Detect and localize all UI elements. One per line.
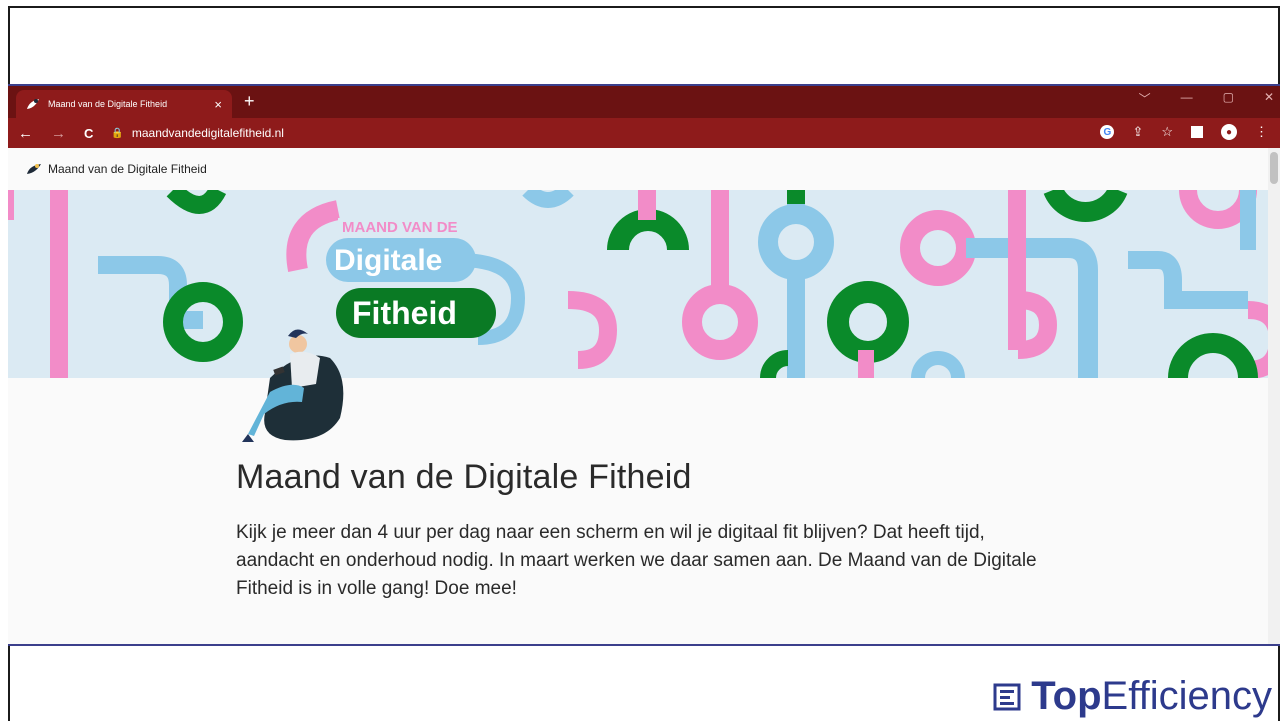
banner-pattern: MAAND VAN DE Digitale Fitheid <box>8 190 1268 378</box>
brand-efficiency-text: Efficiency <box>1101 674 1272 718</box>
toolbar-actions: G ⇪ ☆ ● ⋮ <box>1100 124 1268 140</box>
menu-icon[interactable]: ⋮ <box>1255 124 1268 140</box>
forward-icon[interactable]: → <box>51 125 66 142</box>
site-favicon-icon <box>27 99 39 109</box>
reload-icon[interactable]: C <box>84 126 93 141</box>
site-header: Maand van de Digitale Fitheid <box>8 148 1280 190</box>
window-controls: ﹀ — ▢ ✕ <box>1139 90 1274 107</box>
site-header-title[interactable]: Maand van de Digitale Fitheid <box>48 162 207 176</box>
profile-avatar-icon[interactable]: ● <box>1221 124 1237 140</box>
person-on-beanbag-illustration <box>242 329 344 442</box>
new-tab-button[interactable]: + <box>244 91 255 112</box>
page-title: Maand van de Digitale Fitheid <box>236 458 692 496</box>
bookmark-star-icon[interactable]: ☆ <box>1161 124 1173 140</box>
page-scrollbar[interactable] <box>1268 148 1280 644</box>
google-icon[interactable]: G <box>1100 125 1115 139</box>
site-logo-icon[interactable] <box>26 163 42 175</box>
web-page: Maand van de Digitale Fitheid MAAND VAN … <box>8 148 1280 644</box>
browser-toolbar: ← → C 🔒 maandvandedigitalefitheid.nl G ⇪… <box>8 118 1280 148</box>
close-window-button[interactable]: ✕ <box>1264 90 1274 107</box>
banner-logo-line2: Digitale <box>334 244 442 277</box>
back-icon[interactable]: ← <box>18 125 33 142</box>
banner-logo-line1: MAAND VAN DE <box>342 219 458 236</box>
tab-bar: Maand van de Digitale Fitheid × + ﹀ — ▢ … <box>8 86 1280 118</box>
hero-banner: MAAND VAN DE Digitale Fitheid <box>8 190 1268 378</box>
lock-icon[interactable]: 🔒 <box>111 128 123 139</box>
side-panel-icon[interactable] <box>1191 126 1203 138</box>
address-bar[interactable]: maandvandedigitalefitheid.nl <box>132 126 284 140</box>
scrollbar-thumb[interactable] <box>1270 152 1278 184</box>
topefficiency-mark-icon <box>993 683 1021 710</box>
browser-window: Maand van de Digitale Fitheid × + ﹀ — ▢ … <box>8 84 1280 646</box>
intro-paragraph: Kijk je meer dan 4 uur per dag naar een … <box>236 522 1037 599</box>
tab-active[interactable]: Maand van de Digitale Fitheid × <box>16 90 232 118</box>
tab-search-icon[interactable]: ﹀ <box>1139 90 1151 107</box>
main-content: Maand van de Digitale Fitheid Kijk je me… <box>236 458 1056 603</box>
brand-top-text: Top <box>1031 674 1102 718</box>
tab-close-icon[interactable]: × <box>214 97 222 112</box>
maximize-button[interactable]: ▢ <box>1223 90 1234 107</box>
topefficiency-logo: Top Efficiency <box>993 674 1272 719</box>
minimize-button[interactable]: — <box>1181 90 1193 107</box>
share-icon[interactable]: ⇪ <box>1132 124 1143 140</box>
tab-title: Maand van de Digitale Fitheid <box>48 99 168 109</box>
banner-logo-line3: Fitheid <box>352 295 457 331</box>
